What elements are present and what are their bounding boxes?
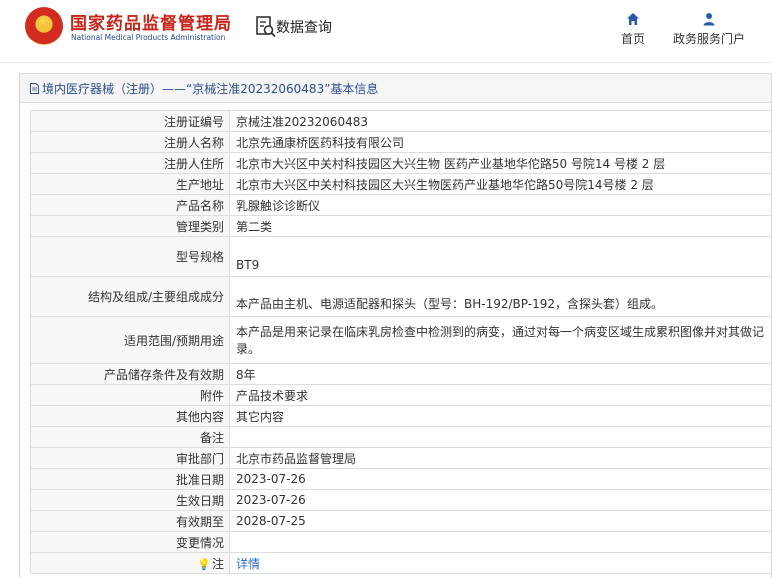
note-label-cell: 💡注: [30, 552, 230, 574]
document-icon: [30, 82, 39, 94]
table-row: 生产地址 北京市大兴区中关村科技园区大兴生物医药产业基地华佗路50号院14号楼 …: [30, 173, 772, 195]
field-label: 注: [211, 556, 224, 571]
field-label: 注册证编号: [30, 110, 230, 132]
site-header: ★ 国家药品监督管理局 National Medical Products Ad…: [0, 0, 772, 62]
field-label: 备注: [30, 426, 230, 448]
field-label: 产品储存条件及有效期: [30, 363, 230, 385]
field-label: 审批部门: [30, 447, 230, 469]
field-label: 批准日期: [30, 468, 230, 490]
info-table: 注册证编号 京械注准20232060483 注册人名称 北京先通康桥医药科技有限…: [30, 110, 772, 574]
field-value: 2023-07-26: [229, 489, 772, 511]
field-label: 生产地址: [30, 173, 230, 195]
field-value: 8年: [229, 363, 772, 385]
table-row: 产品储存条件及有效期 8年: [30, 363, 772, 385]
field-label: 产品名称: [30, 194, 230, 216]
lightbulb-icon: 💡: [197, 557, 211, 571]
field-value: 本产品是用来记录在临床乳房检查中检测到的病变，通过对每一个病变区域生成累积图像并…: [229, 316, 772, 364]
field-label: 其他内容: [30, 405, 230, 427]
field-value: 京械注准20232060483: [229, 110, 772, 132]
table-row: 其他内容 其它内容: [30, 405, 772, 427]
field-label: 注册人名称: [30, 131, 230, 153]
panel-title: 境内医疗器械（注册）——“京械注准20232060483”基本信息: [42, 81, 379, 96]
table-row: 管理类别 第二类: [30, 215, 772, 237]
table-row: 注册人住所 北京市大兴区中关村科技园区大兴生物 医药产业基地华佗路50 号院14…: [30, 152, 772, 174]
field-value: 2023-07-26: [229, 468, 772, 490]
field-label: 附件: [30, 384, 230, 406]
field-label: 结构及组成/主要组成成分: [30, 276, 230, 317]
table-row: 💡注 详情: [30, 552, 772, 574]
table-row: 生效日期 2023-07-26: [30, 489, 772, 511]
nav-home-label: 首页: [620, 32, 645, 46]
user-icon: [703, 13, 715, 26]
field-value: 第二类: [229, 215, 772, 237]
table-row: 批准日期 2023-07-26: [30, 468, 772, 490]
table-row: 备注: [30, 426, 772, 448]
header-divider: [0, 62, 772, 63]
star-icon: ★: [37, 14, 50, 30]
field-value: 2028-07-25: [229, 510, 772, 532]
field-value: 本产品由主机、电源适配器和探头（型号：BH-192/BP-192，含探头套）组成…: [229, 276, 772, 317]
field-label: 适用范围/预期用途: [30, 316, 230, 364]
field-label: 变更情况: [30, 531, 230, 553]
home-icon: [627, 13, 639, 25]
field-value: [229, 531, 772, 553]
panel-header: 境内医疗器械（注册）——“京械注准20232060483”基本信息: [20, 74, 771, 103]
table-row: 结构及组成/主要组成成分 本产品由主机、电源适配器和探头（型号：BH-192/B…: [30, 276, 772, 317]
field-label: 型号规格: [30, 236, 230, 277]
field-value-cell: 详情: [229, 552, 772, 574]
field-value: 北京市药品监督管理局: [229, 447, 772, 469]
data-search-icon[interactable]: [256, 16, 276, 38]
details-link[interactable]: 详情: [236, 557, 260, 571]
field-value: BT9: [229, 236, 772, 277]
field-value: 北京市大兴区中关村科技园区大兴生物 医药产业基地华佗路50 号院14 号楼 2 …: [229, 152, 772, 174]
field-label: 生效日期: [30, 489, 230, 511]
nav-home[interactable]: 首页: [615, 12, 651, 47]
table-row: 变更情况: [30, 531, 772, 553]
table-row: 型号规格 BT9: [30, 236, 772, 277]
site-title[interactable]: 国家药品监督管理局: [70, 9, 232, 34]
field-label: 注册人住所: [30, 152, 230, 174]
table-row: 产品名称 乳腺触诊诊断仪: [30, 194, 772, 216]
field-value: 北京市大兴区中关村科技园区大兴生物医药产业基地华佗路50号院14号楼 2 层: [229, 173, 772, 195]
table-row: 审批部门 北京市药品监督管理局: [30, 447, 772, 469]
detail-panel: 境内医疗器械（注册）——“京械注准20232060483”基本信息 注册证编号 …: [19, 73, 772, 578]
nav-gov-label: 政务服务门户: [672, 32, 745, 46]
table-row: 有效期至 2028-07-25: [30, 510, 772, 532]
field-value: 乳腺触诊诊断仪: [229, 194, 772, 216]
field-value: 产品技术要求: [229, 384, 772, 406]
table-row: 适用范围/预期用途 本产品是用来记录在临床乳房检查中检测到的病变，通过对每一个病…: [30, 316, 772, 364]
table-row: 附件 产品技术要求: [30, 384, 772, 406]
field-value: 北京先通康桥医药科技有限公司: [229, 131, 772, 153]
national-emblem-logo: ★: [25, 7, 63, 45]
field-label: 有效期至: [30, 510, 230, 532]
field-value: [229, 426, 772, 448]
table-row: 注册人名称 北京先通康桥医药科技有限公司: [30, 131, 772, 153]
data-search-link[interactable]: 数据查询: [276, 17, 332, 37]
site-title-en[interactable]: National Medical Products Administration: [71, 33, 225, 42]
field-label: 管理类别: [30, 215, 230, 237]
field-value: 其它内容: [229, 405, 772, 427]
nav-gov-portal[interactable]: 政务服务门户: [668, 12, 750, 47]
table-row: 注册证编号 京械注准20232060483: [30, 110, 772, 132]
